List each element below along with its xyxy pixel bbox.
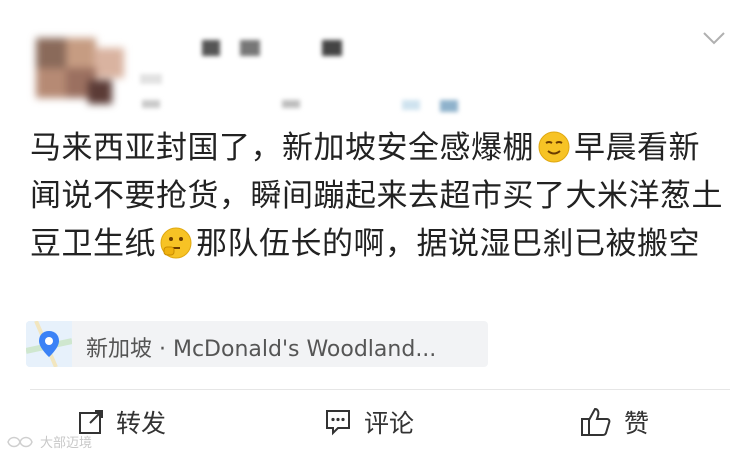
divider [30,389,730,390]
repost-label: 转发 [116,409,167,438]
location-chip[interactable]: 新加坡 · McDonald's Woodland... [26,321,488,367]
post-text: 马来西亚封国了，新加坡安全感爆棚 早晨看新闻说不要抢货，瞬间蹦起来去超市买了大米洋… [30,124,730,268]
smirk-emoji-icon [538,129,570,163]
thumbs-up-icon [581,407,611,436]
watermark-logo-icon [7,436,33,447]
watermark-label: 大部迈境 [40,436,93,451]
thinking-emoji-icon [160,225,192,259]
like-button[interactable]: 赞 [580,402,649,442]
location-label: 新加坡 · McDonald's Woodland... [86,337,437,362]
watermark: 大部迈境 [6,432,92,451]
like-label: 赞 [624,409,650,438]
comment-label: 评论 [364,409,415,438]
avatar[interactable] [36,38,124,110]
comment-icon [326,410,350,436]
chevron-down-icon[interactable] [700,28,728,48]
post-text-part-1: 马来西亚封国了，新加坡安全感爆棚 [30,130,534,166]
location-pin-icon [39,331,59,357]
comment-button[interactable]: 评论 [324,402,414,442]
post-text-part-3: 那队伍长的啊，据说湿巴刹已被搬空 [196,226,700,262]
